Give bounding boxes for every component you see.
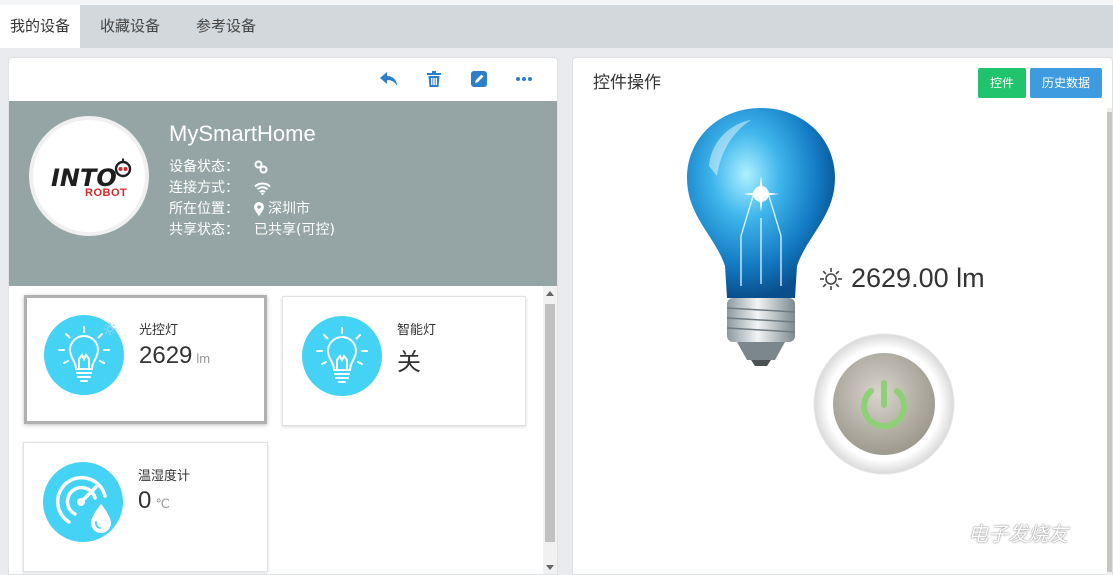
device-header: INTO ROBOT MySmartHome 设备状态： 连接方式： 所在位置： bbox=[9, 101, 557, 286]
more-icon[interactable] bbox=[512, 68, 536, 90]
map-pin-icon bbox=[254, 202, 264, 216]
wifi-icon bbox=[254, 182, 271, 195]
location-row: 所在位置： 深圳市 bbox=[169, 199, 310, 219]
robot-head-icon bbox=[114, 158, 132, 178]
card-unit: ℃ bbox=[155, 496, 170, 511]
card-smart-lamp[interactable]: 智能灯 关 bbox=[282, 296, 526, 426]
trash-icon[interactable] bbox=[422, 68, 446, 90]
card-title: 智能灯 bbox=[397, 323, 437, 338]
control-scrollbar[interactable] bbox=[1107, 108, 1112, 575]
control-button[interactable]: 控件 bbox=[978, 68, 1026, 98]
device-list-scrollbar[interactable] bbox=[543, 286, 557, 574]
share-row: 共享状态： 已共享(可控) bbox=[169, 220, 335, 240]
card-light-sensor-lamp[interactable]: 光控灯 2629 lm bbox=[24, 295, 267, 424]
scroll-up-arrow-icon[interactable] bbox=[546, 291, 554, 296]
connection-row: 连接方式： bbox=[169, 178, 271, 198]
light-reading: 2629.00 lm bbox=[819, 263, 985, 294]
brand-logo-subtext: ROBOT bbox=[85, 187, 128, 199]
power-button[interactable] bbox=[813, 333, 955, 475]
scroll-down-arrow-icon[interactable] bbox=[546, 565, 554, 570]
card-title: 温湿度计 bbox=[138, 469, 191, 484]
device-panel: INTO ROBOT MySmartHome 设备状态： 连接方式： 所在位置： bbox=[8, 57, 558, 575]
light-bulb-illustration-icon bbox=[687, 108, 835, 366]
card-value: 关 bbox=[397, 349, 421, 376]
card-unit: lm bbox=[196, 351, 211, 366]
location-label: 所在位置： bbox=[169, 201, 239, 217]
back-icon[interactable] bbox=[377, 68, 401, 90]
control-panel-title: 控件操作 bbox=[593, 73, 661, 93]
device-avatar: INTO ROBOT bbox=[29, 116, 149, 236]
gauge-drop-icon bbox=[43, 462, 123, 542]
edit-icon[interactable] bbox=[467, 68, 491, 90]
device-status-label: 设备状态： bbox=[169, 159, 239, 175]
card-value: 2629 lm bbox=[139, 342, 211, 369]
device-name: MySmartHome bbox=[169, 121, 316, 146]
tab-my-devices[interactable]: 我的设备 bbox=[0, 5, 81, 48]
control-scroll-thumb[interactable] bbox=[1107, 112, 1112, 572]
tab-bar: 我的设备 收藏设备 参考设备 bbox=[0, 5, 1113, 48]
link-icon bbox=[254, 160, 268, 174]
control-panel: 控件操作 控件 历史数据 2629.00 lm 电子发烧友 bbox=[572, 57, 1113, 575]
sun-icon bbox=[103, 322, 117, 336]
card-thermo-hygrometer[interactable]: 温湿度计 0 ℃ bbox=[23, 442, 268, 572]
light-reading-value: 2629.00 lm bbox=[851, 263, 985, 293]
scroll-thumb[interactable] bbox=[545, 304, 555, 542]
brightness-icon bbox=[820, 267, 842, 290]
location-value: 深圳市 bbox=[268, 201, 310, 217]
card-value: 0 ℃ bbox=[138, 487, 170, 514]
device-status-row: 设备状态： bbox=[169, 157, 268, 177]
share-label: 共享状态： bbox=[169, 222, 239, 238]
tab-reference-devices[interactable]: 参考设备 bbox=[178, 5, 274, 48]
light-bulb-icon bbox=[302, 316, 382, 396]
sensor-card-grid: 光控灯 2629 lm 智能灯 关 温湿度计 0 ℃ bbox=[9, 286, 557, 574]
device-toolbar bbox=[9, 58, 557, 101]
history-data-button[interactable]: 历史数据 bbox=[1030, 68, 1102, 98]
watermark-text: 电子发烧友 bbox=[968, 522, 1068, 546]
connection-label: 连接方式： bbox=[169, 180, 239, 196]
card-title: 光控灯 bbox=[139, 323, 179, 338]
tab-favorite-devices[interactable]: 收藏设备 bbox=[80, 5, 178, 48]
share-value: 已共享(可控) bbox=[254, 222, 335, 238]
